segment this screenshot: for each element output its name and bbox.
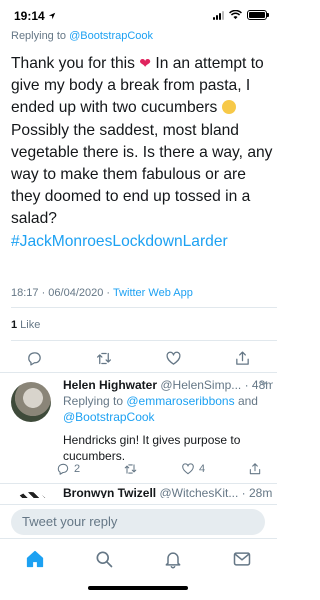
reply-reply-count: 2 <box>74 463 81 475</box>
search-icon[interactable] <box>94 549 114 569</box>
status-bar: 19:14 <box>0 0 277 30</box>
divider <box>11 307 277 308</box>
replying-to-handle[interactable]: @emmaroseribbons <box>126 394 234 408</box>
home-icon[interactable] <box>25 549 45 569</box>
reply-body: Helen Highwater @HelenSimp... · 48m Repl… <box>63 378 273 464</box>
next-reply-handle-time: @WitchesKit... · 28m <box>159 486 273 498</box>
pleading-face-emoji-icon <box>221 100 236 115</box>
reply-share-button[interactable] <box>248 462 262 476</box>
share-icon <box>249 463 261 475</box>
like-button[interactable] <box>165 350 182 367</box>
reply-like-count: 4 <box>198 463 206 475</box>
reply-icon <box>28 351 41 366</box>
divider <box>0 483 277 484</box>
like-icon <box>182 463 194 475</box>
battery-icon <box>247 10 269 20</box>
retweet-button[interactable] <box>95 350 113 367</box>
compose-bar: Tweet your reply <box>0 504 277 538</box>
status-icons <box>213 10 269 20</box>
next-reply-tweet[interactable]: Bronwyn Twizell @WitchesKit... · 28m <box>11 486 273 498</box>
reply-author-name[interactable]: Helen Highwater <box>63 378 157 392</box>
next-reply-header: Bronwyn Twizell @WitchesKit... · 28m <box>63 486 273 498</box>
avatar[interactable] <box>11 382 51 422</box>
replying-to: Replying to @BootstrapCook <box>11 30 154 42</box>
divider <box>11 340 277 341</box>
tweet-meta: 18:17 · 06/04/2020 · Twitter Web App <box>11 287 193 299</box>
location-arrow-icon <box>48 12 56 20</box>
messages-icon[interactable] <box>232 549 252 569</box>
reply-header: Helen Highwater @HelenSimp... · 48m <box>63 378 273 392</box>
reply-handle-time: @HelenSimp... · 48m <box>160 378 273 392</box>
status-time: 19:14 <box>14 9 56 23</box>
red-heart-emoji-icon: ❤ <box>139 55 152 71</box>
home-indicator[interactable] <box>88 586 188 590</box>
reply-input[interactable]: Tweet your reply <box>11 509 265 535</box>
tweet-text: Thank you for this ❤ In an attempt to gi… <box>11 55 273 250</box>
cellular-signal-icon <box>213 10 224 20</box>
notifications-icon[interactable] <box>163 549 183 569</box>
replying-to-handle[interactable]: @BootstrapCook <box>69 30 153 42</box>
like-icon <box>166 351 181 365</box>
avatar[interactable] <box>11 492 51 498</box>
reply-button[interactable] <box>26 350 43 367</box>
hashtag-link[interactable]: #JackMonroesLockdownLarder <box>11 233 228 250</box>
retweet-icon <box>124 464 137 474</box>
reply-retweet-button[interactable] <box>123 462 138 476</box>
wifi-icon <box>229 10 242 20</box>
share-button[interactable] <box>234 350 251 367</box>
retweet-icon <box>96 352 112 364</box>
reply-action-bar: 2 4 <box>52 459 270 479</box>
chevron-down-icon[interactable] <box>259 378 269 388</box>
tab-bar <box>0 538 277 578</box>
replying-to-handle[interactable]: @BootstrapCook <box>63 410 155 424</box>
reply-reply-button[interactable]: 2 <box>56 462 80 476</box>
share-icon <box>236 350 249 365</box>
likes-count[interactable]: 1 Like <box>11 319 40 331</box>
tweet-action-bar <box>0 346 277 370</box>
reply-replying-to: Replying to @emmaroseribbons and @Bootst… <box>63 394 258 424</box>
tweet-source-link[interactable]: Twitter Web App <box>113 287 193 299</box>
divider <box>0 372 277 373</box>
reply-icon <box>57 463 69 475</box>
next-reply-author-name[interactable]: Bronwyn Twizell <box>63 486 156 498</box>
reply-like-button[interactable]: 4 <box>181 462 205 476</box>
